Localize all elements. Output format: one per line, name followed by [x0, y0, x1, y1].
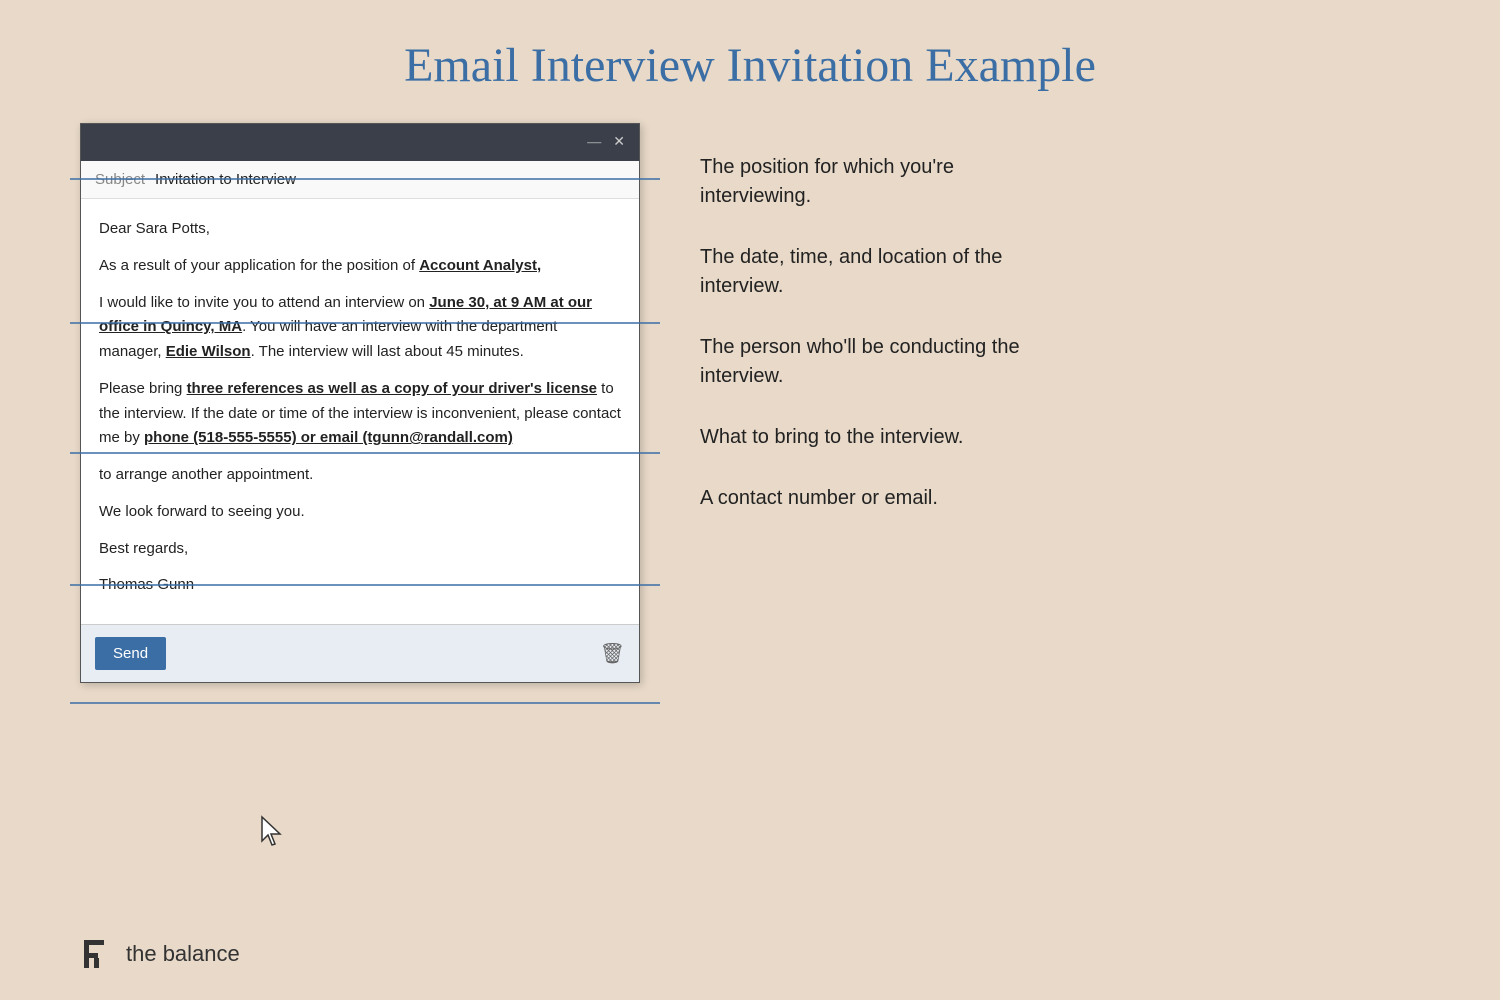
send-button[interactable]: Send	[95, 637, 166, 670]
annotation-text-3: The person who'll be conducting the inte…	[700, 333, 1020, 391]
position-highlight: Account Analyst,	[419, 257, 541, 274]
email-footer: Send 🗑	[81, 624, 639, 682]
email-subject-row: Subject Invitation to Interview	[81, 161, 639, 199]
trash-icon[interactable]: 🗑	[600, 641, 625, 666]
paragraph-3: Please bring three references as well as…	[99, 377, 621, 451]
interviewer-highlight: Edie Wilson	[166, 343, 251, 360]
page-title: Email Interview Invitation Example	[0, 0, 1500, 93]
paragraph-5: We look forward to seeing you.	[99, 500, 621, 525]
annotation-text-1: The position for which you're interviewi…	[700, 153, 1020, 211]
sender-name: Thomas Gunn	[99, 573, 621, 598]
paragraph-2: I would like to invite you to attend an …	[99, 291, 621, 365]
annotation-item-4: What to bring to the interview.	[700, 423, 1420, 452]
email-window: — ✕ Subject Invitation to Interview Dear…	[80, 123, 640, 683]
logo-text: the balance	[126, 941, 240, 967]
paragraph-1: As a result of your application for the …	[99, 254, 621, 279]
email-body: Dear Sara Potts, As a result of your app…	[81, 199, 639, 624]
salutation: Dear Sara Potts,	[99, 217, 621, 242]
logo-area: the balance	[80, 936, 240, 972]
annotation-item-2: The date, time, and location of the inte…	[700, 243, 1420, 301]
minimize-button[interactable]: —	[587, 135, 601, 151]
subject-label: Subject	[95, 171, 145, 188]
contact-highlight: phone (518-555-5555) or email (tgunn@ran…	[144, 429, 513, 446]
bring-highlight: three references as well as a copy of yo…	[187, 380, 597, 397]
logo-icon	[80, 936, 116, 972]
close-button[interactable]: ✕	[613, 134, 625, 151]
closing: Best regards,	[99, 537, 621, 562]
email-titlebar: — ✕	[81, 124, 639, 161]
annotations-panel: The position for which you're interviewi…	[640, 123, 1420, 545]
annotation-item-1: The position for which you're interviewi…	[700, 153, 1420, 211]
main-layout: — ✕ Subject Invitation to Interview Dear…	[0, 123, 1500, 683]
annotation-text-2: The date, time, and location of the inte…	[700, 243, 1020, 301]
subject-value: Invitation to Interview	[155, 171, 296, 188]
annotation-item-3: The person who'll be conducting the inte…	[700, 333, 1420, 391]
annotation-item-5: A contact number or email.	[700, 484, 1420, 513]
annotation-text-4: What to bring to the interview.	[700, 423, 963, 452]
mouse-cursor	[258, 815, 282, 852]
annotation-text-5: A contact number or email.	[700, 484, 938, 513]
paragraph-4: to arrange another appointment.	[99, 463, 621, 488]
